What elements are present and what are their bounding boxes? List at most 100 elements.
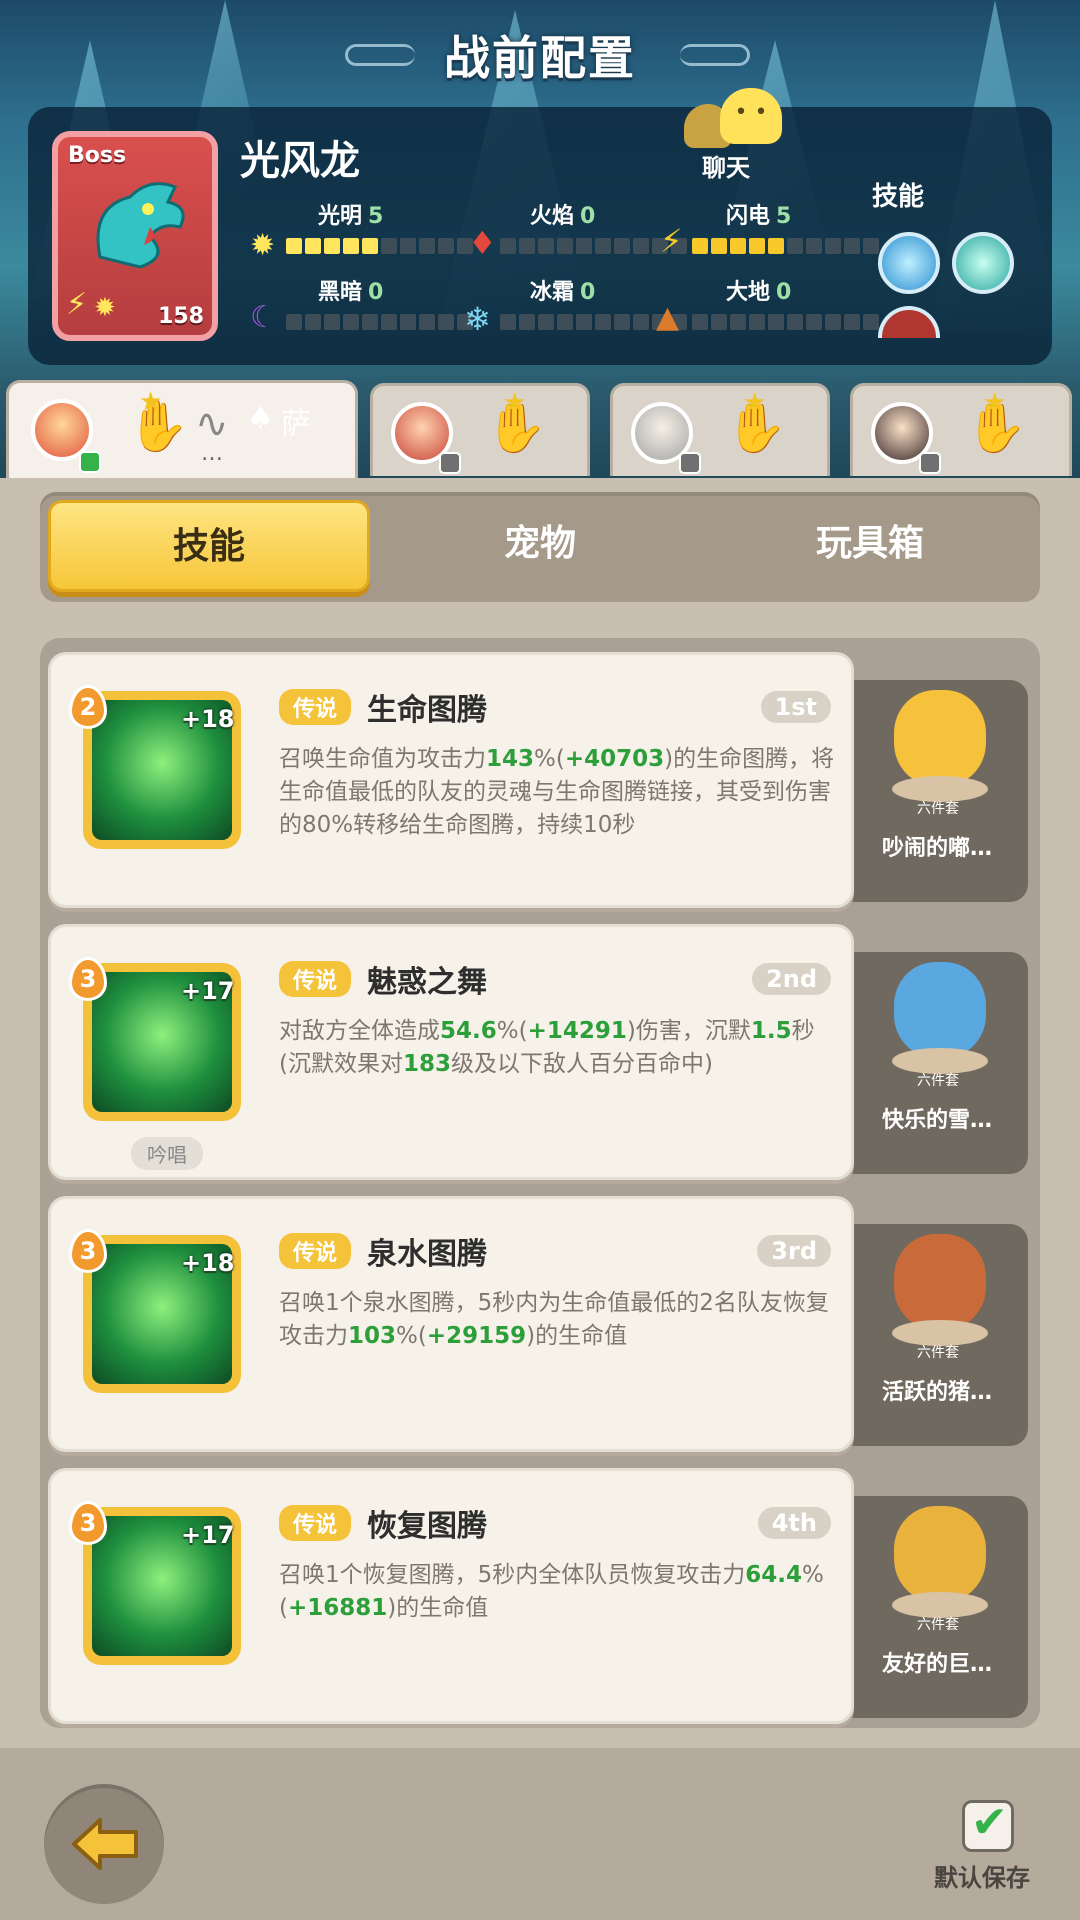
boss-portrait[interactable]: Boss ⚡ ✹ 158 [52, 131, 218, 341]
dragon-icon [80, 167, 198, 287]
element-light-bar [286, 238, 473, 254]
spade-icon: ♠ [247, 401, 274, 436]
element-earth-bar [692, 314, 879, 330]
boss-skills-label: 技能 [872, 182, 925, 212]
skill-level-badge: 3 [69, 957, 107, 1001]
bar-segment [519, 238, 535, 254]
bar-segment [500, 314, 516, 330]
bar-segment [343, 238, 359, 254]
bar-segment [825, 238, 841, 254]
skill-card[interactable]: 2 +18 传说 生命图腾 1st 召唤生命值为攻击力143%(+40703)的… [48, 652, 854, 908]
bar-segment [711, 314, 727, 330]
bar-segment [576, 314, 592, 330]
bar-segment [595, 314, 611, 330]
bar-segment [381, 314, 397, 330]
chat-bubble-icon: • • [720, 88, 782, 144]
bar-segment [768, 238, 784, 254]
description-text: )的生命值 [526, 1323, 628, 1349]
toy-name: 友好的巨… [881, 1652, 992, 1677]
highlight-value: 1.5 [750, 1018, 792, 1044]
skill-card[interactable]: 3 +17 传说 恢复图腾 4th 召唤1个恢复图腾，5秒内全体队员恢复攻击力6… [48, 1468, 854, 1724]
description-text: 对敌方全体造成 [279, 1018, 440, 1044]
bar-segment [614, 314, 630, 330]
bar-segment [305, 238, 321, 254]
highlight-value: 54.6 [440, 1018, 497, 1044]
tornado-icon[interactable] [952, 232, 1014, 294]
description-text: %( [496, 1018, 528, 1044]
ice-burst-icon[interactable] [878, 232, 940, 294]
bar-segment [633, 314, 649, 330]
tab-pets[interactable]: 宠物 [380, 500, 700, 592]
skill-card[interactable]: 3 +18 传说 泉水图腾 3rd 召唤1个泉水图腾，5秒内为生命值最低的2名队… [48, 1196, 854, 1452]
bar-segment [749, 238, 765, 254]
default-save-label: 默认保存 [934, 1864, 1030, 1892]
star-icon: ★ [139, 387, 163, 417]
bar-segment [825, 314, 841, 330]
bar-segment [692, 314, 708, 330]
skill-card[interactable]: 3 +17 传说 魅惑之舞 2nd 对敌方全体造成54.6%(+14291)伤害… [48, 924, 854, 1180]
toy-slot[interactable]: 六件套 快乐的雪… [846, 952, 1028, 1174]
skill-name: 恢复图腾 [367, 1509, 487, 1544]
bar-segment [381, 238, 397, 254]
tab-pets-label: 宠物 [503, 523, 576, 564]
bar-segment [324, 238, 340, 254]
player-name: 萨 [281, 407, 311, 442]
bar-segment [557, 314, 573, 330]
team-tab-3[interactable]: ✋ ★ [610, 383, 830, 476]
element-fire: 火焰 0 [530, 204, 596, 229]
skill-level-badge: 3 [69, 1229, 107, 1273]
chat-label: 聊天 [702, 154, 750, 182]
rarity-badge: 传说 [279, 961, 352, 997]
bar-segment [500, 238, 516, 254]
snowflake-icon: ❄ [464, 300, 491, 338]
sun-icon: ✹ [94, 293, 116, 323]
badge-icon [439, 452, 461, 474]
highlight-value: +14291 [527, 1018, 627, 1044]
toy-set-label: 六件套 [917, 1617, 959, 1633]
back-button[interactable] [44, 1784, 164, 1904]
star-icon: ★ [743, 388, 767, 418]
toy-slot[interactable]: 六件套 活跃的猪… [846, 1224, 1028, 1446]
highlight-value: +29159 [426, 1323, 527, 1349]
bar-segment [844, 238, 860, 254]
highlight-value: 64.4 [745, 1562, 803, 1588]
bar-segment [362, 238, 378, 254]
element-fire-bar [500, 238, 687, 254]
description-text: 召唤生命值为攻击力 [279, 746, 486, 772]
team-tab-1[interactable]: ✋ ★ ∿ ♠ 萨 … [6, 380, 358, 480]
bar-segment [400, 238, 416, 254]
skill-description: 对敌方全体造成54.6%(+14291)伤害，沉默1.5秒(沉默效果对183级及… [279, 1015, 839, 1081]
bar-segment [286, 314, 302, 330]
description-text: %( [534, 746, 565, 772]
chant-tag: 吟唱 [131, 1137, 203, 1170]
back-arrow-icon [70, 1816, 140, 1872]
chat-button[interactable]: • • 聊天 [684, 88, 804, 182]
badge-icon [919, 452, 941, 474]
bar-segment [749, 314, 765, 330]
bar-segment [557, 238, 573, 254]
toy-figure [894, 1234, 986, 1330]
page-title: 战前配置 [444, 31, 636, 85]
tab-skills-label: 技能 [172, 526, 245, 567]
toy-slot[interactable]: 六件套 吵闹的嘟… [846, 680, 1028, 902]
bar-segment [519, 314, 535, 330]
bar-segment [400, 314, 416, 330]
tab-toybox[interactable]: 玩具箱 [710, 500, 1030, 592]
description-text: 召唤1个恢复图腾，5秒内全体队员恢复攻击力 [279, 1562, 746, 1588]
skill-enhance-level: +18 [181, 1249, 235, 1277]
default-save-checkbox[interactable]: ✔ [962, 1797, 1014, 1852]
toy-set-label: 六件套 [917, 1345, 959, 1361]
tab-skills[interactable]: 技能 [48, 500, 370, 592]
moon-icon: ☾ [250, 300, 277, 335]
boss-level: 158 [158, 304, 204, 329]
bar-segment [614, 238, 630, 254]
description-text: )的生命值 [387, 1595, 489, 1621]
bar-segment [730, 314, 746, 330]
description-text: )伤害，沉默 [626, 1018, 751, 1044]
team-tab-4[interactable]: ✋ ★ [850, 383, 1072, 476]
toy-slot[interactable]: 六件套 友好的巨… [846, 1496, 1028, 1718]
team-tab-2[interactable]: ✋ ★ [370, 383, 590, 476]
toy-name: 快乐的雪… [881, 1108, 992, 1133]
bar-segment [806, 238, 822, 254]
rarity-badge: 传说 [279, 689, 352, 725]
